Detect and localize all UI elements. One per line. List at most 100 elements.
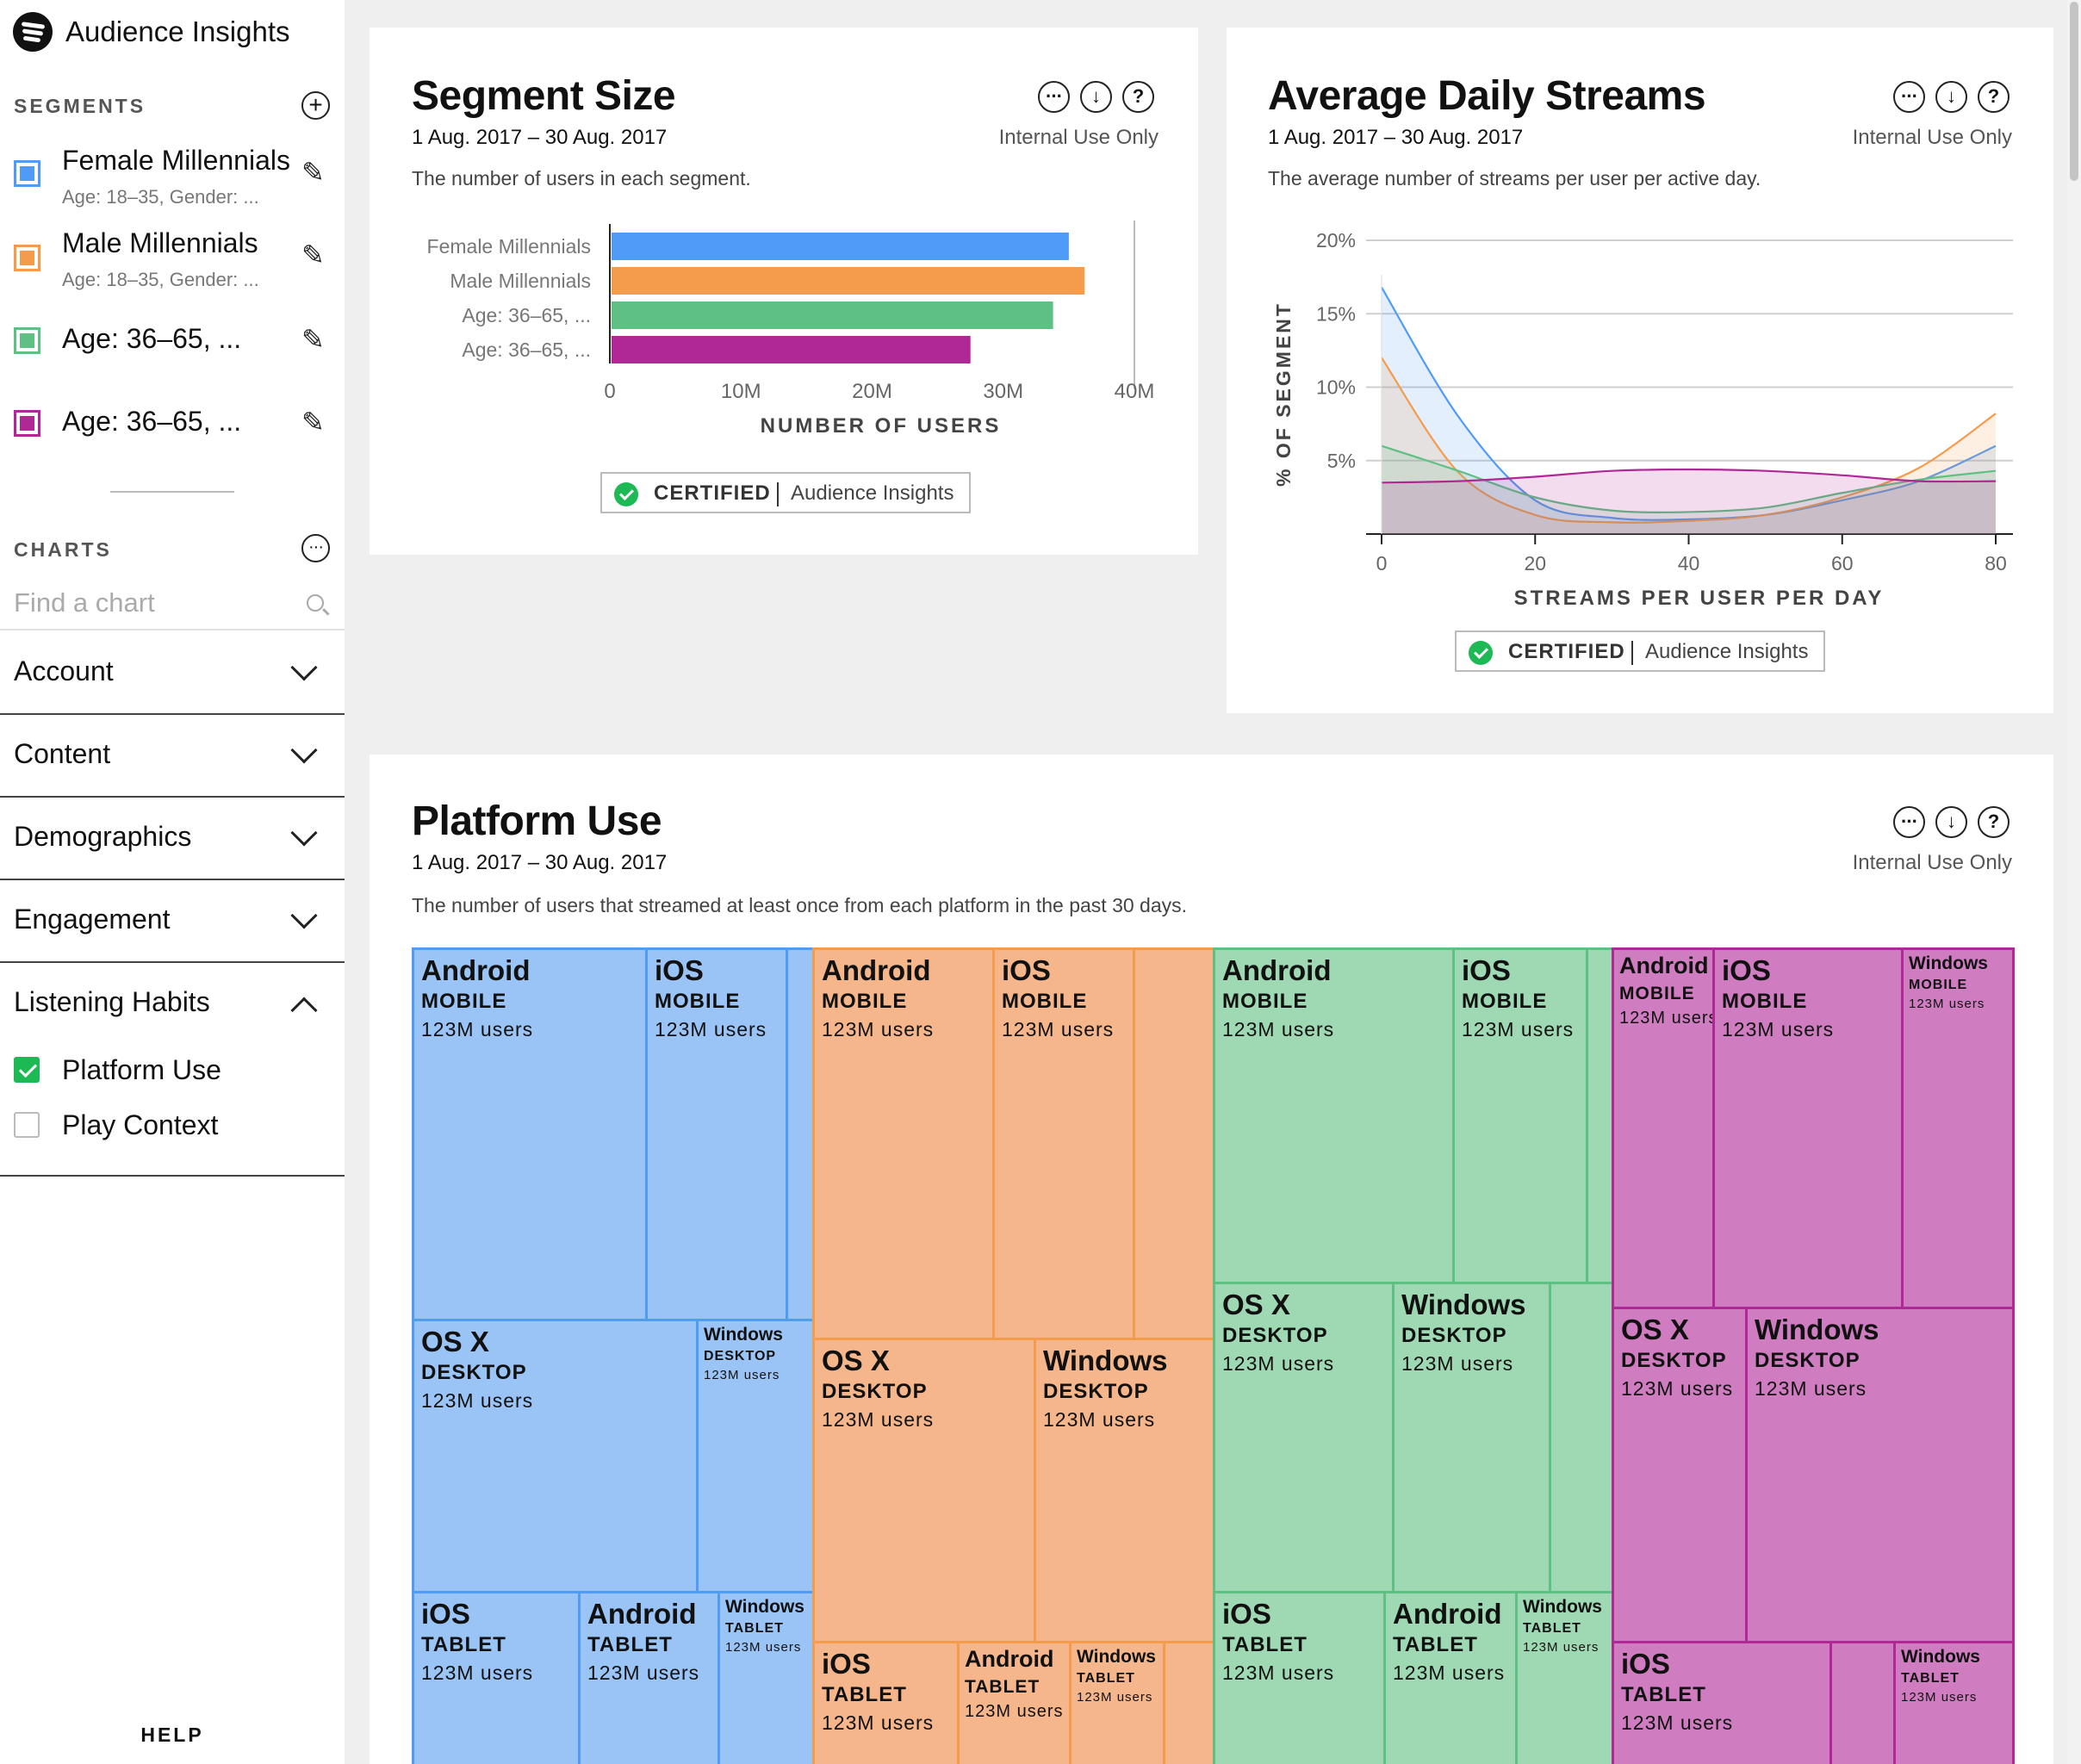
help-icon[interactable]: ? [1978, 806, 2010, 838]
treemap-tile-ios-tablet[interactable]: iOS TABLET 123M users [1612, 1641, 1832, 1764]
charts-more-icon[interactable]: ··· [301, 534, 330, 562]
segment-criteria: Age: 18–35, Gender: ... [62, 269, 259, 290]
treemap-tile-os-x-desktop[interactable]: OS X DESKTOP 123M users [812, 1338, 1036, 1643]
treemap-tile-android-tablet[interactable]: Android TABLET 123M users [1383, 1591, 1518, 1764]
treemap-tile-windows-desktop[interactable]: Windows DESKTOP 123M users [1745, 1307, 2015, 1643]
treemap-tile-os-x-desktop[interactable]: OS X DESKTOP 123M users [1612, 1307, 1748, 1643]
tile-device: TABLET [1621, 1683, 1706, 1707]
treemap-tile-android-mobile[interactable]: Android MOBILE 123M users [812, 947, 995, 1340]
scrollbar-thumb[interactable] [2070, 2, 2078, 181]
category-label: Content [14, 738, 111, 769]
segment-size-chart: Female Millennials Male Millennials Age: 3… [427, 220, 1154, 438]
category-label: Engagement [14, 904, 171, 935]
segment-name: Age: 36–65, ... [62, 323, 242, 354]
bar [612, 233, 1069, 260]
chart-search[interactable]: Find a chart [0, 579, 345, 630]
tile-platform: iOS [822, 1648, 871, 1680]
tile-device: TABLET [822, 1683, 907, 1707]
treemap-tile-windows-desktop[interactable]: Windows DESKTOP 123M users [1392, 1282, 1551, 1593]
treemap-tile-ios-tablet[interactable]: iOS TABLET 123M users [812, 1641, 960, 1764]
scrollbar[interactable] [2067, 0, 2081, 1764]
checkbox-play-context[interactable] [14, 1112, 40, 1138]
treemap-tile-ios-mobile[interactable]: iOS MOBILE 123M users [992, 947, 1135, 1340]
treemap-tile-android-mobile[interactable]: Android MOBILE 123M users [1612, 947, 1715, 1309]
category-content[interactable]: Content [0, 715, 345, 798]
segment-item-3[interactable]: Age: 36–65, ... ✎ [0, 315, 345, 384]
search-input[interactable]: Find a chart [14, 587, 155, 618]
edit-segment-icon[interactable]: ✎ [301, 323, 325, 356]
tile-platform: Windows [1909, 953, 1988, 973]
category-account[interactable]: Account [0, 632, 345, 715]
tile-platform: OS X [1621, 1314, 1689, 1345]
tile-platform: Android [822, 954, 931, 986]
tile-platform: iOS [1462, 954, 1511, 986]
treemap-tile-unlabeled[interactable] [1133, 947, 1215, 1340]
bar-category-label: Age: 36–65, ... [462, 339, 591, 361]
avg-daily-streams-card: Average Daily Streams 1 Aug. 2017 – 30 A… [1227, 28, 2053, 713]
segment-swatch [14, 327, 40, 354]
edit-segment-icon[interactable]: ✎ [301, 406, 325, 438]
segment-item-2[interactable]: Male Millennials Age: 18–35, Gender: ...… [0, 224, 345, 293]
treemap-tile-android-tablet[interactable]: Android TABLET 123M users [578, 1591, 720, 1764]
tile-device: DESKTOP [822, 1380, 928, 1404]
chevron-down-icon [290, 736, 318, 764]
category-engagement[interactable]: Engagement [0, 880, 345, 963]
tile-user-count: 123M users [965, 1701, 1064, 1721]
treemap-tile-windows-desktop[interactable]: Windows DESKTOP 123M users [696, 1319, 815, 1593]
x-tick-label: 20M [852, 380, 892, 403]
category-label: Listening Habits [14, 986, 210, 1017]
tile-device: TABLET [1222, 1633, 1308, 1657]
x-tick-label: 10M [721, 380, 761, 403]
search-icon[interactable] [307, 594, 324, 612]
chevron-down-icon [290, 902, 318, 929]
chart-item-play-context[interactable]: Play Context [62, 1109, 218, 1141]
treemap-tile-os-x-desktop[interactable]: OS X DESKTOP 123M users [1213, 1282, 1395, 1593]
treemap-tile-ios-tablet[interactable]: iOS TABLET 123M users [1213, 1591, 1386, 1764]
more-icon[interactable]: ··· [1893, 806, 1925, 838]
edit-segment-icon[interactable]: ✎ [301, 156, 325, 189]
edit-segment-icon[interactable]: ✎ [301, 239, 325, 271]
checkbox-platform-use[interactable] [14, 1057, 40, 1083]
treemap-tile-ios-mobile[interactable]: iOS MOBILE 123M users [1712, 947, 1904, 1309]
treemap-tile-windows-desktop[interactable]: Windows DESKTOP 123M users [1034, 1338, 1215, 1643]
treemap-tile-android-mobile[interactable]: Android MOBILE 123M users [412, 947, 648, 1321]
tile-device: MOBILE [1619, 983, 1695, 1003]
segment-item-4[interactable]: Age: 36–65, ... ✎ [0, 398, 345, 467]
treemap-tile-windows-mobile[interactable]: Windows MOBILE 123M users [1901, 947, 2015, 1309]
tile-user-count: 123M users [421, 1662, 534, 1685]
treemap-tile-unlabeled[interactable] [1586, 947, 1614, 1284]
tile-platform: iOS [421, 1598, 470, 1630]
tile-device: MOBILE [1909, 978, 1968, 993]
check-circle-icon [614, 482, 638, 506]
tile-user-count: 123M users [1621, 1377, 1734, 1401]
treemap-tile-windows-tablet[interactable]: Windows TABLET 123M users [1515, 1591, 1614, 1764]
treemap-tile-android-mobile[interactable]: Android MOBILE 123M users [1213, 947, 1455, 1284]
chart-item-platform-use[interactable]: Platform Use [62, 1054, 221, 1086]
treemap-tile-windows-tablet[interactable]: Windows TABLET 123M users [1893, 1641, 2015, 1764]
treemap-tile-unlabeled[interactable] [1163, 1641, 1215, 1764]
tile-device: TABLET [1523, 1621, 1581, 1637]
download-icon[interactable]: ↓ [1935, 806, 1967, 838]
treemap-tile-unlabeled[interactable] [1549, 1282, 1614, 1593]
tile-device: TABLET [587, 1633, 673, 1657]
treemap-tile-ios-mobile[interactable]: iOS MOBILE 123M users [645, 947, 788, 1321]
help-link[interactable]: HELP [0, 1724, 345, 1747]
treemap-tile-ios-tablet[interactable]: iOS TABLET 123M users [412, 1591, 581, 1764]
category-listening-habits[interactable]: Listening Habits Platform Use Play Conte… [0, 963, 345, 1177]
segment-item-1[interactable]: Female Millennials Age: 18–35, Gender: .… [0, 141, 345, 210]
treemap-tile-windows-tablet[interactable]: Windows TABLET 123M users [717, 1591, 815, 1764]
add-segment-icon[interactable]: + [301, 91, 330, 120]
treemap-tile-os-x-desktop[interactable]: OS X DESKTOP 123M users [412, 1319, 699, 1593]
tile-platform: Windows [1523, 1597, 1602, 1617]
treemap-tile-ios-mobile[interactable]: iOS MOBILE 123M users [1452, 947, 1588, 1284]
y-tick-label: 5% [1327, 450, 1356, 472]
treemap-tile-android-tablet[interactable]: Android TABLET 123M users [957, 1641, 1072, 1764]
tile-platform: iOS [655, 954, 704, 986]
treemap-tile-unlabeled[interactable] [1829, 1641, 1896, 1764]
treemap-tile-unlabeled[interactable] [786, 947, 815, 1321]
treemap-tile-windows-tablet[interactable]: Windows TABLET 123M users [1069, 1641, 1165, 1764]
tile-device: DESKTOP [1401, 1324, 1507, 1348]
tile-user-count: 123M users [822, 1018, 935, 1041]
category-demographics[interactable]: Demographics [0, 798, 345, 880]
tile-platform: Windows [1901, 1647, 1980, 1667]
